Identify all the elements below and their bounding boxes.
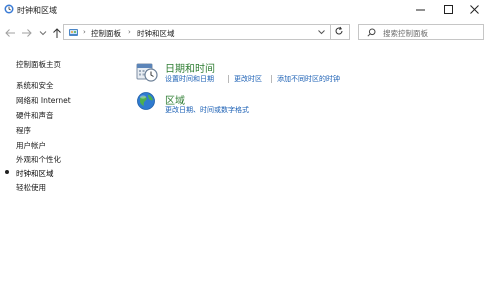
- category-title-date-time[interactable]: 日期和时间: [165, 60, 215, 75]
- link-separator: [228, 75, 229, 83]
- maximize-button[interactable]: [436, 0, 463, 20]
- sidebar-item-user-accounts[interactable]: 用户帐户: [16, 140, 46, 151]
- breadcrumb-clock-region[interactable]: 时钟和区域: [137, 28, 175, 39]
- back-arrow-icon[interactable]: [3, 27, 17, 39]
- link-set-time-date[interactable]: 设置时间和日期: [165, 74, 214, 84]
- sidebar-item-hardware-sound[interactable]: 硬件和声音: [16, 110, 54, 121]
- breadcrumb-separator-icon: ›: [128, 28, 131, 36]
- search-icon: [367, 28, 376, 37]
- close-button[interactable]: [462, 0, 489, 20]
- close-icon: [470, 5, 479, 14]
- current-item-bullet-icon: [5, 170, 9, 174]
- sidebar-item-appearance[interactable]: 外观和个性化: [16, 154, 61, 165]
- search-box[interactable]: 搜索控制面板: [358, 24, 484, 40]
- link-separator: [271, 75, 272, 83]
- refresh-button[interactable]: [330, 24, 347, 40]
- link-change-formats[interactable]: 更改日期、时间或数字格式: [165, 105, 249, 115]
- app-icon: [4, 4, 14, 14]
- address-dropdown-icon[interactable]: [317, 28, 326, 36]
- forward-arrow-icon[interactable]: [20, 27, 34, 39]
- recent-locations-chevron-icon[interactable]: [36, 27, 50, 39]
- refresh-icon: [335, 26, 343, 35]
- link-change-time-zone[interactable]: 更改时区: [234, 74, 262, 84]
- sidebar-item-system-security[interactable]: 系统和安全: [16, 80, 54, 91]
- sidebar-control-panel-home[interactable]: 控制面板主页: [16, 59, 61, 70]
- breadcrumb-separator-icon: ›: [83, 28, 86, 36]
- control-panel-icon: [69, 29, 78, 36]
- sidebar-item-ease-of-access[interactable]: 轻松使用: [16, 182, 46, 193]
- maximize-icon: [444, 5, 453, 14]
- search-placeholder: 搜索控制面板: [383, 29, 428, 38]
- link-add-clocks[interactable]: 添加不同时区的时钟: [277, 74, 340, 84]
- title-bar: 时钟和区域: [0, 0, 489, 20]
- window-title: 时钟和区域: [17, 6, 57, 15]
- up-arrow-icon[interactable]: [50, 27, 64, 39]
- sidebar-item-clock-region[interactable]: 时钟和区域: [16, 168, 54, 179]
- minimize-button[interactable]: [408, 0, 435, 20]
- globe-icon[interactable]: [136, 90, 158, 112]
- address-bar[interactable]: › 控制面板 › 时钟和区域: [63, 24, 350, 40]
- minimize-icon: [416, 9, 425, 11]
- sidebar-item-programs[interactable]: 程序: [16, 125, 31, 136]
- sidebar-item-network-internet[interactable]: 网络和 Internet: [16, 95, 71, 106]
- breadcrumb-control-panel[interactable]: 控制面板: [91, 28, 121, 39]
- date-time-icon[interactable]: [136, 61, 158, 83]
